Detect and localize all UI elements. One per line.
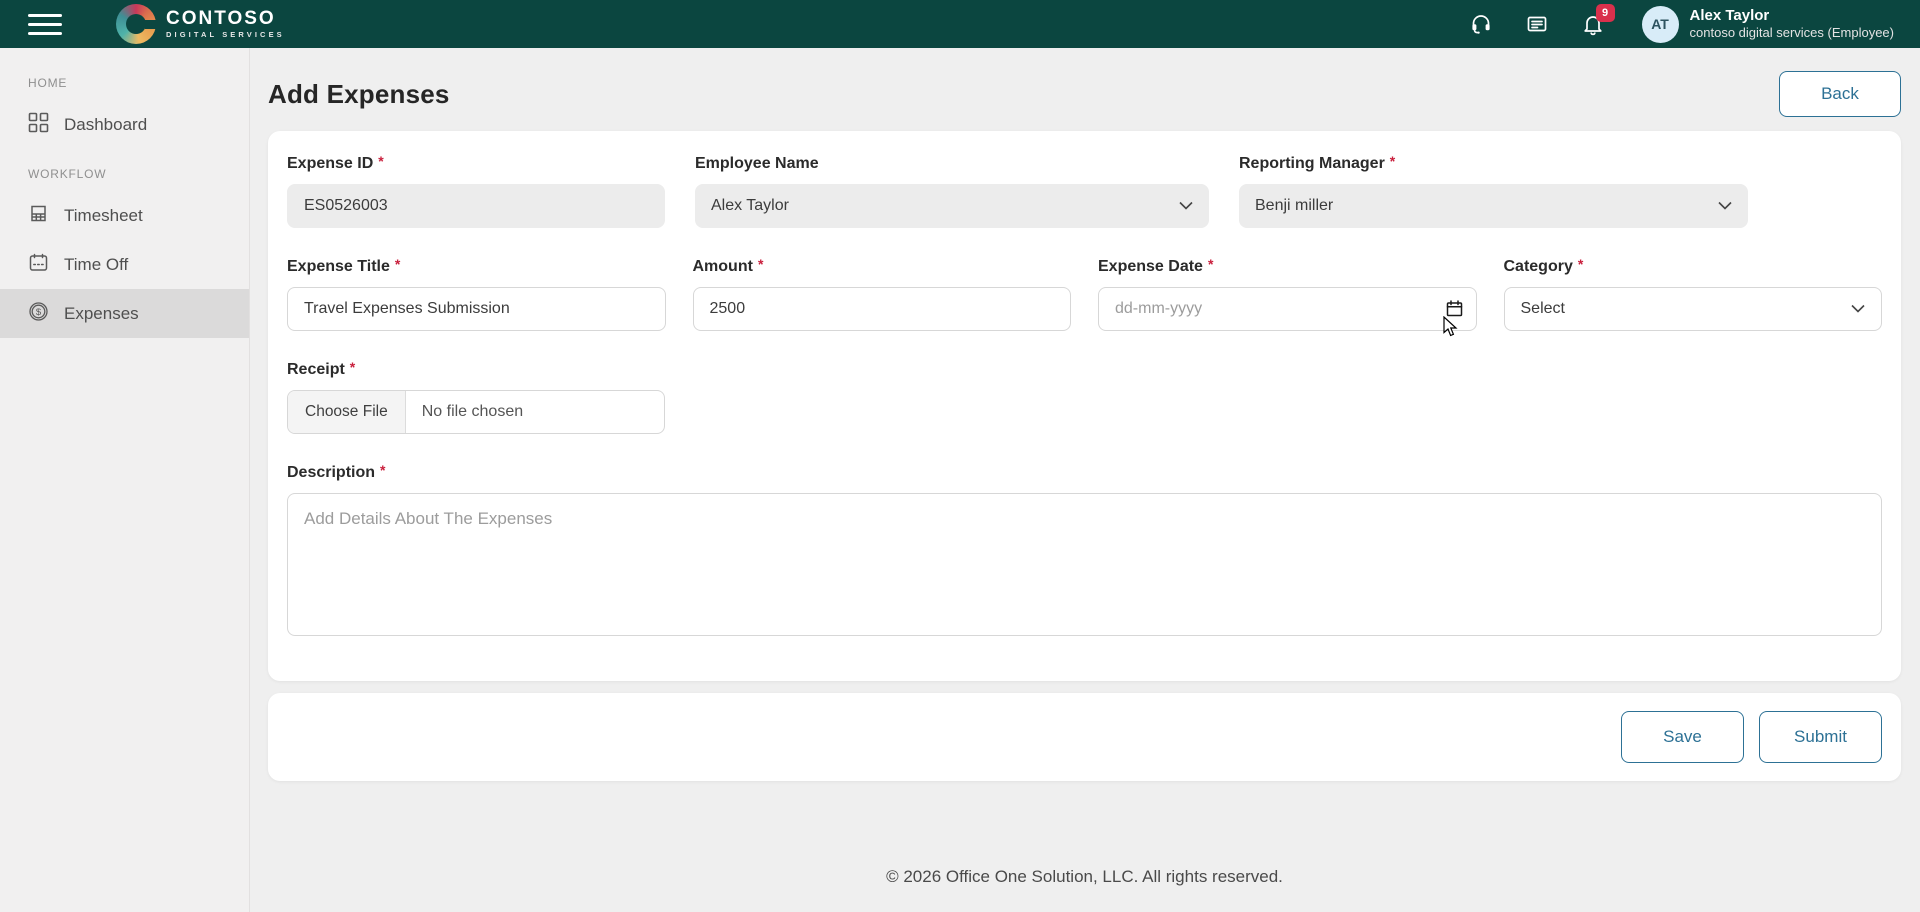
notifications-bell-icon[interactable]: 9 (1580, 11, 1606, 37)
expense-date-label: Expense Date* (1098, 258, 1477, 276)
reporting-manager-select[interactable]: Benji miller (1239, 184, 1748, 228)
submit-button[interactable]: Submit (1759, 711, 1882, 763)
sidebar-item-label: Expenses (64, 304, 139, 324)
sidebar-section-home: HOME (0, 58, 249, 100)
expenses-icon: $ (28, 301, 49, 327)
employee-name-value: Alex Taylor (711, 197, 789, 215)
user-organization: contoso digital services (Employee) (1690, 25, 1894, 41)
expense-date-field[interactable] (1098, 287, 1477, 331)
support-headset-icon[interactable] (1468, 11, 1494, 37)
reporting-manager-label: Reporting Manager* (1239, 155, 1748, 173)
sidebar-item-timesheet[interactable]: Timesheet (0, 191, 249, 240)
brand-logo: CONTOSO DIGITAL SERVICES (116, 4, 285, 44)
description-label: Description* (287, 464, 1882, 482)
required-asterisk: * (1578, 256, 1583, 276)
user-name: Alex Taylor (1690, 7, 1894, 25)
user-menu[interactable]: AT Alex Taylor contoso digital services … (1642, 6, 1894, 43)
add-expense-form-card: Expense ID* Employee Name Alex Taylor (268, 131, 1901, 681)
calendar-icon[interactable] (1446, 300, 1463, 322)
sidebar: HOME Dashboard WORKFLOW (0, 48, 250, 912)
sidebar-item-label: Dashboard (64, 115, 147, 135)
sidebar-item-label: Timesheet (64, 206, 143, 226)
sidebar-section-workflow: WORKFLOW (0, 149, 249, 191)
amount-field[interactable] (693, 287, 1072, 331)
required-asterisk: * (350, 359, 355, 379)
topbar: CONTOSO DIGITAL SERVICES (0, 0, 1920, 48)
svg-text:$: $ (36, 307, 42, 318)
brand-tagline: DIGITAL SERVICES (166, 31, 285, 39)
employee-name-select[interactable]: Alex Taylor (695, 184, 1209, 228)
receipt-file-input[interactable]: Choose File No file chosen (287, 390, 665, 434)
file-status-text: No file chosen (406, 391, 539, 433)
page-title: Add Expenses (268, 79, 450, 110)
sidebar-item-dashboard[interactable]: Dashboard (0, 100, 249, 149)
timesheet-icon (28, 203, 49, 229)
contoso-logo-icon (116, 4, 156, 44)
chevron-down-icon (1851, 300, 1865, 318)
required-asterisk: * (378, 153, 383, 173)
save-button[interactable]: Save (1621, 711, 1744, 763)
reporting-manager-value: Benji miller (1255, 197, 1333, 215)
news-board-icon[interactable] (1524, 11, 1550, 37)
sidebar-item-time-off[interactable]: Time Off (0, 240, 249, 289)
required-asterisk: * (1208, 256, 1213, 276)
chevron-down-icon (1718, 197, 1732, 215)
required-asterisk: * (758, 256, 763, 276)
category-value: Select (1521, 300, 1565, 318)
amount-label: Amount* (693, 258, 1072, 276)
hamburger-menu-icon[interactable] (28, 14, 62, 35)
category-label: Category* (1504, 258, 1883, 276)
sidebar-item-label: Time Off (64, 255, 128, 275)
avatar: AT (1642, 6, 1679, 43)
notification-count-badge: 9 (1596, 4, 1615, 22)
sidebar-item-expenses[interactable]: $ Expenses (0, 289, 249, 338)
employee-name-label: Employee Name (695, 155, 1209, 173)
dashboard-icon (28, 112, 49, 138)
main-content: Add Expenses Back Expense ID* Employee N… (250, 48, 1920, 912)
expense-title-field[interactable] (287, 287, 666, 331)
expense-id-field[interactable] (287, 184, 665, 228)
brand-name: CONTOSO (166, 9, 285, 28)
expense-title-label: Expense Title* (287, 258, 666, 276)
copyright-footer: © 2026 Office One Solution, LLC. All rig… (268, 867, 1901, 887)
required-asterisk: * (380, 462, 385, 482)
required-asterisk: * (1390, 153, 1395, 173)
back-button[interactable]: Back (1779, 71, 1901, 117)
chevron-down-icon (1179, 197, 1193, 215)
form-actions-card: Save Submit (268, 693, 1901, 781)
description-field[interactable] (287, 493, 1882, 636)
category-select[interactable]: Select (1504, 287, 1883, 331)
receipt-label: Receipt* (287, 361, 1882, 379)
expense-id-label: Expense ID* (287, 155, 665, 173)
choose-file-button[interactable]: Choose File (288, 391, 406, 433)
time-off-icon (28, 252, 49, 278)
required-asterisk: * (395, 256, 400, 276)
